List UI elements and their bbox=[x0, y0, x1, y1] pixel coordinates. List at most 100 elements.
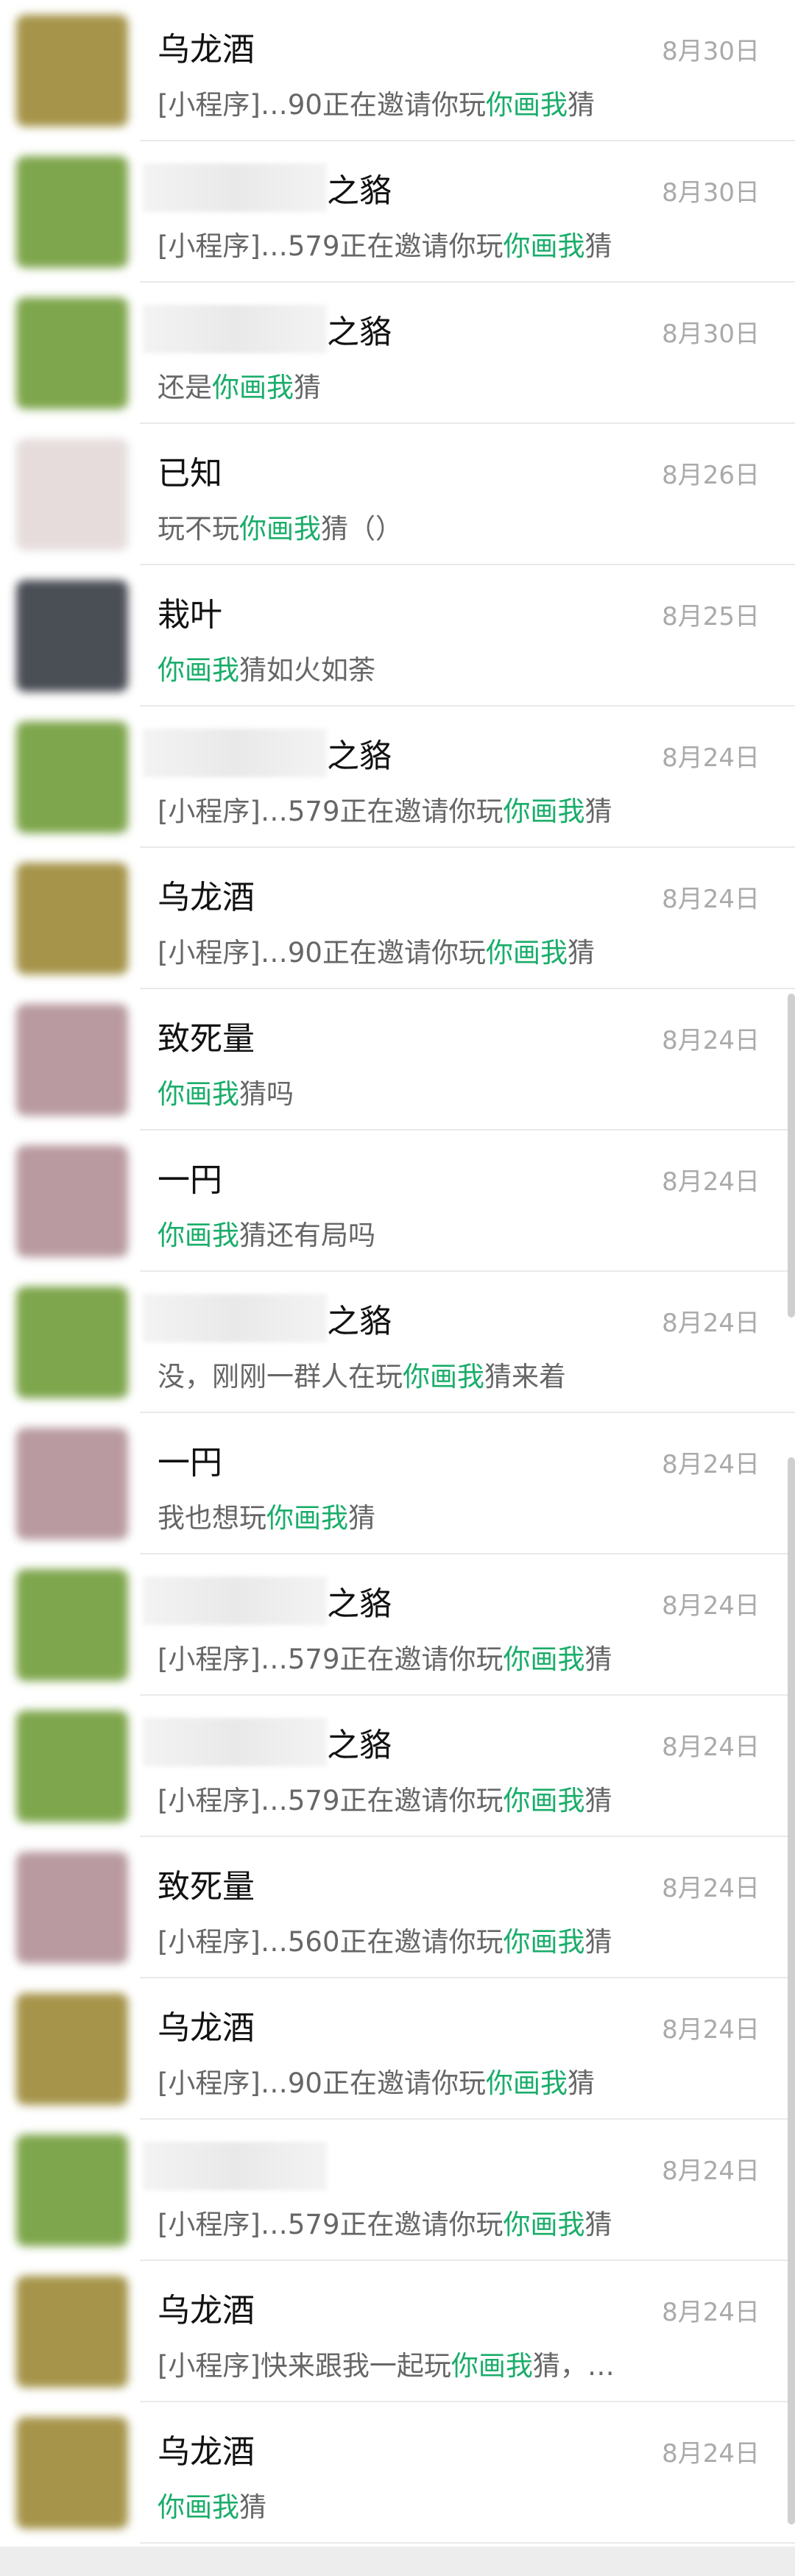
chat-row[interactable]: 乌龙酒 8月24日 [小程序]…90正在邀请你玩你画我猜 bbox=[0, 848, 795, 989]
chat-row[interactable]: 之貉 8月30日 [小程序]…579正在邀请你玩你画我猜 bbox=[0, 141, 795, 283]
message-text-suffix: 猜 bbox=[584, 230, 612, 262]
scrollbar[interactable] bbox=[788, 994, 795, 1317]
avatar bbox=[16, 1993, 128, 2105]
message-preview: [小程序]…579正在邀请你玩你画我猜 bbox=[158, 1778, 612, 1818]
message-date: 8月24日 bbox=[662, 2298, 760, 2327]
chat-row[interactable]: 之貉 8月24日 [小程序]…579正在邀请你玩你画我猜 bbox=[0, 707, 795, 848]
message-preview: [小程序]…579正在邀请你玩你画我猜 bbox=[158, 224, 612, 263]
avatar bbox=[16, 2276, 128, 2388]
chat-row[interactable]: 乌龙酒 8月24日 你画我猜 bbox=[0, 2402, 795, 2544]
message-preview: [小程序]…90正在邀请你玩你画我猜 bbox=[158, 2061, 595, 2101]
message-text: [小程序]…90正在邀请你玩 bbox=[158, 937, 486, 969]
chat-row[interactable]: 乌龙酒 8月24日 [小程序]快来跟我一起玩你画我猜，… bbox=[0, 2261, 795, 2402]
contact-name: 乌龙酒 bbox=[158, 2292, 255, 2329]
contact-name: 乌龙酒 bbox=[158, 879, 255, 916]
message-preview: [小程序]…90正在邀请你玩你画我猜 bbox=[158, 930, 595, 970]
chat-row[interactable]: 乌龙酒 8月30日 [小程序]…90正在邀请你玩你画我猜 bbox=[0, 0, 795, 141]
chat-row[interactable]: 栽叶 8月25日 你画我猜如火如荼 bbox=[0, 565, 795, 707]
message-date: 8月26日 bbox=[662, 461, 760, 490]
message-preview: 还是你画我猜 bbox=[158, 365, 321, 405]
message-date: 8月24日 bbox=[662, 2015, 760, 2045]
contact-name: 之貉 bbox=[327, 314, 392, 351]
message-text: 我也想玩 bbox=[158, 1502, 266, 1534]
divider bbox=[140, 2542, 795, 2544]
bottom-bar bbox=[0, 2547, 795, 2576]
chat-row[interactable]: 之貉 8月30日 还是你画我猜 bbox=[0, 283, 795, 424]
avatar bbox=[16, 580, 128, 692]
message-date: 8月30日 bbox=[662, 37, 760, 66]
avatar bbox=[16, 156, 128, 268]
contact-name-area: 之貉 bbox=[143, 1577, 392, 1625]
contact-name: 致死量 bbox=[158, 1020, 255, 1058]
avatar bbox=[16, 1569, 128, 1681]
chat-row[interactable]: 8月24日 [小程序]…579正在邀请你玩你画我猜 bbox=[0, 2120, 795, 2261]
avatar bbox=[16, 2134, 128, 2246]
contact-name-area: 乌龙酒 bbox=[158, 870, 255, 919]
contact-name-area bbox=[143, 2142, 327, 2190]
avatar bbox=[16, 1145, 128, 1257]
chat-row[interactable]: 致死量 8月24日 [小程序]…560正在邀请你玩你画我猜 bbox=[0, 1837, 795, 1978]
contact-name-area: 乌龙酒 bbox=[158, 22, 255, 71]
contact-name: 之貉 bbox=[327, 172, 392, 210]
redacted-name bbox=[143, 1577, 327, 1625]
redacted-name bbox=[143, 163, 327, 212]
message-text: 没，刚刚一群人在玩 bbox=[158, 1361, 403, 1393]
contact-name: 乌龙酒 bbox=[158, 31, 255, 68]
contact-name-area: 致死量 bbox=[158, 1011, 255, 1060]
chat-search-results-list: 乌龙酒 8月30日 [小程序]…90正在邀请你玩你画我猜 之貉 8月30日 [小程序]…5… bbox=[0, 0, 795, 2544]
message-preview: [小程序]…579正在邀请你玩你画我猜 bbox=[158, 789, 612, 829]
message-text: [小程序]…579正在邀请你玩 bbox=[158, 230, 504, 262]
contact-name: 之貉 bbox=[327, 1303, 392, 1340]
avatar bbox=[16, 1428, 128, 1540]
message-text-suffix: 猜 bbox=[239, 2491, 266, 2523]
message-preview: 我也想玩你画我猜 bbox=[158, 1496, 375, 1535]
message-text-suffix: 猜 bbox=[348, 1502, 375, 1534]
message-preview: 你画我猜 bbox=[158, 2485, 266, 2524]
search-highlight: 你画我 bbox=[503, 1643, 585, 1675]
message-text: [小程序]…90正在邀请你玩 bbox=[158, 89, 486, 121]
contact-name: 之貉 bbox=[327, 737, 392, 775]
message-date: 8月24日 bbox=[662, 1309, 760, 1338]
message-text: [小程序]快来跟我一起玩 bbox=[158, 2350, 451, 2382]
message-date: 8月24日 bbox=[662, 1026, 760, 1055]
message-date: 8月24日 bbox=[662, 1591, 760, 1621]
message-preview: [小程序]…579正在邀请你玩你画我猜 bbox=[158, 1637, 612, 1677]
message-date: 8月24日 bbox=[662, 1167, 760, 1197]
contact-name: 之貉 bbox=[327, 1727, 392, 1764]
chat-row[interactable]: 已知 8月26日玩不玩你画我猜（） bbox=[0, 424, 795, 565]
search-highlight: 你画我 bbox=[503, 796, 585, 827]
redacted-name bbox=[143, 2142, 327, 2190]
chat-row[interactable]: 之貉 8月24日 没，刚刚一群人在玩你画我猜来着 bbox=[0, 1272, 795, 1413]
search-highlight: 你画我 bbox=[212, 372, 294, 403]
contact-name-area: 已知 bbox=[158, 446, 222, 495]
message-text-suffix: 猜 bbox=[567, 937, 595, 969]
message-text: [小程序]…560正在邀请你玩 bbox=[158, 1926, 504, 1958]
chat-row[interactable]: 之貉 8月24日 [小程序]…579正在邀请你玩你画我猜 bbox=[0, 1696, 795, 1837]
chat-row[interactable]: 一円 8月24日 我也想玩你画我猜 bbox=[0, 1413, 795, 1554]
message-preview: 玩不玩你画我猜（） bbox=[158, 506, 403, 546]
chat-row[interactable]: 乌龙酒 8月24日 [小程序]…90正在邀请你玩你画我猜 bbox=[0, 1978, 795, 2120]
chat-row[interactable]: 之貉 8月24日 [小程序]…579正在邀请你玩你画我猜 bbox=[0, 1554, 795, 1696]
message-text-suffix: 猜 bbox=[584, 796, 612, 827]
chat-row[interactable]: 一円 8月24日 你画我猜还有局吗 bbox=[0, 1130, 795, 1272]
avatar bbox=[16, 1287, 128, 1398]
scrollbar-lower[interactable] bbox=[788, 1457, 795, 2524]
redacted-name bbox=[143, 729, 327, 777]
redacted-name bbox=[143, 1718, 327, 1766]
search-highlight: 你画我 bbox=[239, 513, 321, 545]
message-text: [小程序]…579正在邀请你玩 bbox=[158, 2209, 504, 2240]
chat-row[interactable]: 致死量 8月24日你画我猜吗 bbox=[0, 989, 795, 1130]
avatar bbox=[16, 863, 128, 974]
message-text-suffix: 猜 bbox=[584, 2209, 612, 2240]
message-text-suffix: 猜 bbox=[567, 2067, 595, 2099]
message-date: 8月24日 bbox=[662, 743, 760, 773]
contact-name-area: 之貉 bbox=[143, 163, 392, 212]
message-date: 8月24日 bbox=[662, 1733, 760, 1762]
message-preview: [小程序]…90正在邀请你玩你画我猜 bbox=[158, 82, 595, 122]
message-preview: [小程序]快来跟我一起玩你画我猜，… bbox=[158, 2343, 615, 2383]
redacted-name bbox=[143, 305, 327, 353]
message-date: 8月24日 bbox=[662, 1874, 760, 1903]
message-preview: 你画我猜吗 bbox=[158, 1072, 294, 1111]
message-text: [小程序]…90正在邀请你玩 bbox=[158, 2067, 486, 2099]
message-date: 8月24日 bbox=[662, 885, 760, 914]
